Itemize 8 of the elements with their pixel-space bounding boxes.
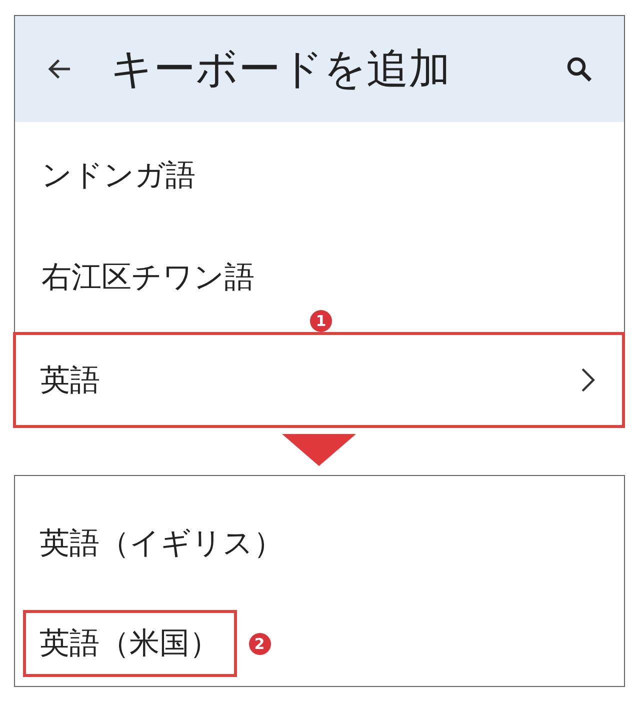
screen-title: キーボードを追加 xyxy=(110,43,452,95)
language-item[interactable]: 英語 xyxy=(13,332,625,428)
language-item[interactable]: ンドンガ語 xyxy=(14,122,624,228)
step-marker: 1 xyxy=(310,310,332,332)
language-item[interactable]: 英語（イギリス） xyxy=(22,510,300,577)
language-item[interactable]: 英語（米国） xyxy=(22,610,236,677)
step-marker: 2 xyxy=(248,632,270,654)
down-triangle-icon xyxy=(282,434,356,466)
